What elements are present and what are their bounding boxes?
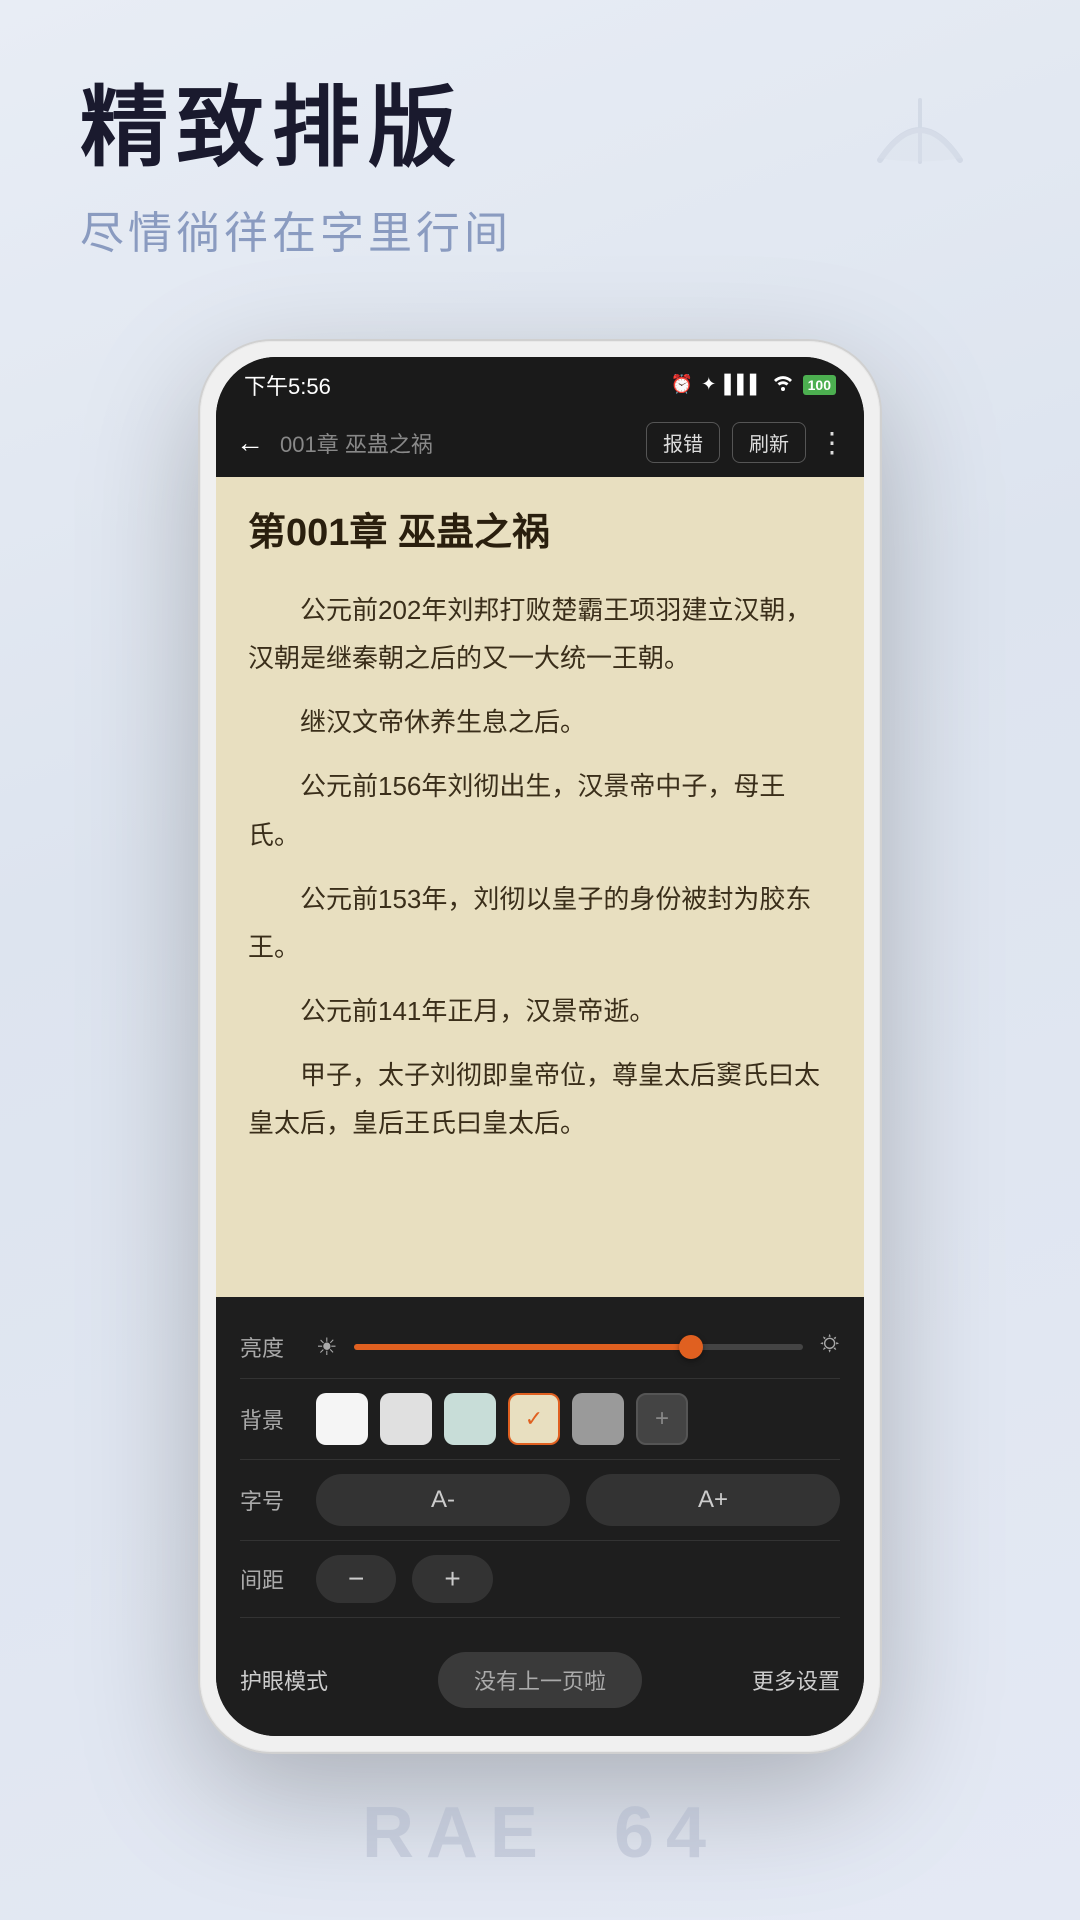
page-subtitle: 尽情徜徉在字里行间 <box>80 197 1000 261</box>
rae-label: RAE 64 <box>362 1792 718 1874</box>
spacing-label: 间距 <box>240 1563 300 1595</box>
swatch-dark-gray[interactable] <box>572 1393 624 1445</box>
paragraphs-container: 公元前202年刘邦打败楚霸王项羽建立汉朝，汉朝是继秦朝之后的又一大统一王朝。继汉… <box>248 586 832 1147</box>
refresh-button[interactable]: 刷新 <box>732 422 806 463</box>
font-size-row: 字号 A- A+ <box>240 1460 840 1541</box>
wifi-icon <box>771 373 795 396</box>
spacing-row: 间距 − + <box>240 1541 840 1618</box>
swatch-check-icon: ✓ <box>525 1406 543 1432</box>
spacing-decrease-button[interactable]: − <box>316 1555 396 1603</box>
chapter-heading: 第001章 巫蛊之祸 <box>248 509 832 558</box>
more-menu-icon[interactable]: ⋮ <box>818 426 844 459</box>
reading-content[interactable]: 第001章 巫蛊之祸 公元前202年刘邦打败楚霸王项羽建立汉朝，汉朝是继秦朝之后… <box>216 477 864 1297</box>
status-icons: ⏰ ✦ ▌▌▌ 100 <box>671 373 836 396</box>
content-paragraph: 公元前141年正月，汉景帝逝。 <box>248 987 832 1035</box>
brightness-slider[interactable] <box>354 1344 804 1350</box>
phone-mockup: 下午5:56 ⏰ ✦ ▌▌▌ 100 ← 001章 巫蛊之祸 报错 <box>200 341 880 1752</box>
background-row: 背景 ✓ + <box>240 1379 840 1460</box>
report-button[interactable]: 报错 <box>646 422 720 463</box>
content-paragraph: 公元前153年，刘彻以皇子的身份被封为胶东王。 <box>248 875 832 971</box>
brightness-fill <box>354 1344 691 1350</box>
swatch-white[interactable] <box>316 1393 368 1445</box>
app-bar: ← 001章 巫蛊之祸 报错 刷新 ⋮ <box>216 409 864 477</box>
swatch-light-gray[interactable] <box>380 1393 432 1445</box>
brightness-thumb <box>679 1335 703 1359</box>
status-time: 下午5:56 <box>244 369 331 401</box>
content-paragraph: 甲子，太子刘彻即皇帝位，尊皇太后窦氏曰太皇太后，皇后王氏曰皇太后。 <box>248 1051 832 1147</box>
bluetooth-icon: ✦ <box>701 374 716 395</box>
font-increase-button[interactable]: A+ <box>586 1474 840 1526</box>
back-button[interactable]: ← <box>236 427 264 459</box>
book-icon <box>860 80 980 185</box>
phone-outer: 下午5:56 ⏰ ✦ ▌▌▌ 100 ← 001章 巫蛊之祸 报错 <box>200 341 880 1752</box>
signal-icon: ▌▌▌ <box>724 374 762 395</box>
swatch-teal[interactable] <box>444 1393 496 1445</box>
sun-dim-icon: ☀ <box>316 1333 338 1362</box>
font-decrease-button[interactable]: A- <box>316 1474 570 1526</box>
phone-inner: 下午5:56 ⏰ ✦ ▌▌▌ 100 ← 001章 巫蛊之祸 报错 <box>216 357 864 1736</box>
swatch-plus-icon: + <box>655 1405 669 1433</box>
no-prev-button[interactable]: 没有上一页啦 <box>438 1652 642 1708</box>
font-label: 字号 <box>240 1484 300 1516</box>
brightness-row: 亮度 ☀ 🌣 <box>240 1317 840 1379</box>
swatch-sepia[interactable]: ✓ <box>508 1393 560 1445</box>
bottom-bar: 护眼模式 没有上一页啦 更多设置 <box>216 1638 864 1736</box>
battery-icon: 100 <box>803 375 836 395</box>
settings-panel: 亮度 ☀ 🌣 背景 ✓ <box>216 1297 864 1638</box>
background-swatches: ✓ + <box>316 1393 840 1445</box>
eye-mode-button[interactable]: 护眼模式 <box>240 1664 328 1696</box>
content-paragraph: 公元前156年刘彻出生，汉景帝中子，母王氏。 <box>248 762 832 858</box>
top-section: 精致排版 尽情徜徉在字里行间 <box>0 0 1080 301</box>
watermark-area: RAE 64 <box>362 1792 718 1874</box>
content-paragraph: 公元前202年刘邦打败楚霸王项羽建立汉朝，汉朝是继秦朝之后的又一大统一王朝。 <box>248 586 832 682</box>
chapter-nav-title: 001章 巫蛊之祸 <box>280 427 634 459</box>
sun-bright-icon: 🌣 <box>819 1327 840 1368</box>
background-label: 背景 <box>240 1403 300 1435</box>
content-paragraph: 继汉文帝休养生息之后。 <box>248 698 832 746</box>
more-settings-button[interactable]: 更多设置 <box>752 1664 840 1696</box>
brightness-label: 亮度 <box>240 1331 300 1363</box>
spacing-increase-button[interactable]: + <box>412 1555 492 1603</box>
status-bar: 下午5:56 ⏰ ✦ ▌▌▌ 100 <box>216 357 864 409</box>
swatch-add[interactable]: + <box>636 1393 688 1445</box>
alarm-icon: ⏰ <box>671 374 693 395</box>
